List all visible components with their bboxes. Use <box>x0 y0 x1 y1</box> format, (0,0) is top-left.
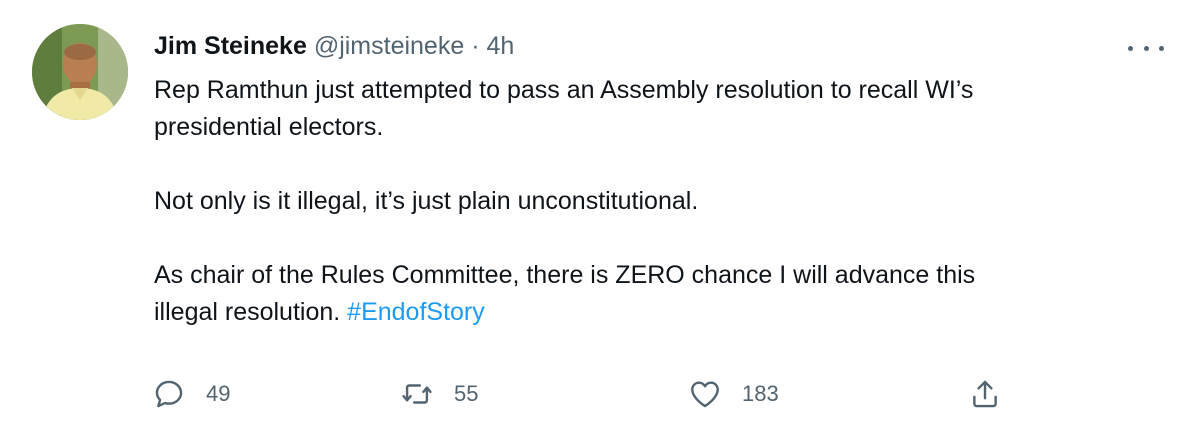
reply-icon <box>155 380 183 408</box>
author-name[interactable]: Jim Steineke <box>154 32 307 60</box>
like-count: 183 <box>742 381 779 406</box>
tweet-text: Rep Ramthun just attempted to pass an As… <box>154 72 1164 331</box>
tweet-text-line: presidential electors. <box>154 113 384 141</box>
share-icon <box>973 380 997 408</box>
like-button[interactable]: 183 <box>688 374 779 414</box>
share-button[interactable] <box>968 374 1002 414</box>
retweet-icon <box>402 384 432 404</box>
tweet-timestamp[interactable]: 4h <box>486 32 514 60</box>
more-horizontal-icon-dot <box>1159 45 1164 51</box>
more-options-button[interactable] <box>1128 36 1164 60</box>
tweet-header: Jim Steineke @jimsteineke · 4h <box>154 29 514 63</box>
reply-count: 49 <box>206 381 231 406</box>
tweet-text-line: As chair of the Rules Committee, there i… <box>154 261 976 289</box>
header-separator: · <box>471 32 480 60</box>
heart-icon <box>691 381 719 408</box>
tweet-text-line: Not only is it illegal, it’s just plain … <box>154 187 699 215</box>
tweet-actions: 49 55 183 <box>152 374 1012 414</box>
avatar[interactable] <box>32 24 128 120</box>
avatar-image <box>32 24 128 120</box>
hashtag-link[interactable]: #EndofStory <box>347 298 485 326</box>
tweet-text-line: illegal resolution. #EndofStory <box>154 294 1164 331</box>
more-horizontal-icon-dot <box>1143 45 1149 51</box>
retweet-count: 55 <box>454 381 479 406</box>
tweet-text-line: Rep Ramthun just attempted to pass an As… <box>154 76 974 104</box>
reply-button[interactable]: 49 <box>152 374 230 414</box>
tweet-text-fragment: illegal resolution. <box>154 298 341 326</box>
retweet-button[interactable]: 55 <box>400 374 478 414</box>
more-horizontal-icon <box>1128 45 1133 51</box>
tweet-card[interactable]: Jim Steineke @jimsteineke · 4h Rep Ramth… <box>0 0 1196 436</box>
author-handle[interactable]: @jimsteineke <box>314 32 464 60</box>
